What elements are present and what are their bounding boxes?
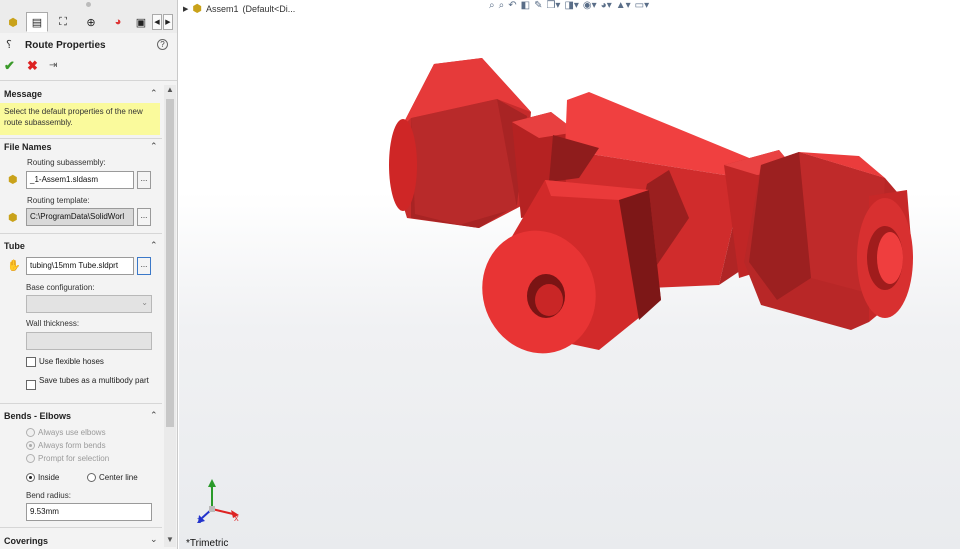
reference-triad: Y X Z — [197, 479, 239, 525]
pin-button[interactable]: ⇥ — [49, 60, 57, 71]
dimxpert-icon: ⊕ — [86, 16, 96, 29]
message-group-title[interactable]: Message — [4, 89, 42, 99]
divider — [0, 233, 162, 234]
scrollbar-thumb[interactable] — [166, 99, 174, 427]
tee-fitting-model[interactable] — [179, 0, 960, 549]
cancel-button[interactable]: ✖ — [27, 58, 38, 74]
configuration-icon: ⛶ — [59, 15, 67, 28]
right-nut — [744, 152, 913, 330]
assembly-icon: ⬢ — [8, 174, 18, 186]
always-form-bends-radio[interactable] — [26, 441, 35, 450]
scroll-down-icon[interactable]: ▼ — [164, 535, 176, 547]
page-title: Route Properties — [25, 40, 106, 51]
base-configuration-select[interactable]: ⌄ — [26, 295, 152, 313]
chevron-down-icon: ⌄ — [141, 298, 148, 307]
use-flexible-hoses-checkbox[interactable] — [26, 357, 36, 367]
featuremanager-tab[interactable]: ⬢ — [2, 12, 24, 32]
display-manager-tab[interactable]: ◕ — [107, 12, 129, 32]
divider — [0, 527, 162, 528]
inside-label: Inside — [38, 473, 60, 482]
routing-tab[interactable]: ▣ — [132, 12, 150, 32]
help-icon[interactable]: ? — [157, 39, 168, 50]
routing-subassembly-field[interactable]: _1-Assem1.sldasm — [26, 171, 134, 189]
divider — [0, 403, 162, 404]
center-line-radio[interactable] — [87, 473, 96, 482]
propertymanager-body: Message ⌃ Select the default properties … — [0, 80, 177, 549]
prompt-for-selection-radio[interactable] — [26, 454, 35, 463]
bend-radius-label: Bend radius: — [26, 491, 71, 500]
chevron-up-icon[interactable]: ⌃ — [150, 410, 158, 421]
routing-template-field[interactable]: C:\ProgramData\SolidWorl — [26, 208, 134, 226]
browse-subassembly-button[interactable]: ... — [137, 171, 151, 189]
coverings-group-title[interactable]: Coverings — [4, 536, 48, 546]
route-properties-icon: ⸮ — [6, 39, 12, 51]
view-orientation-label: *Trimetric — [186, 538, 229, 549]
tube-part-field[interactable]: tubing\15mm Tube.sldprt — [26, 257, 134, 275]
browse-tube-button[interactable]: ... — [137, 257, 151, 275]
always-use-elbows-label: Always use elbows — [38, 428, 106, 437]
ok-button[interactable]: ✔ — [4, 58, 15, 74]
divider — [0, 138, 162, 139]
bends-elbows-group-title[interactable]: Bends - Elbows — [4, 411, 71, 421]
routing-subassembly-label: Routing subassembly: — [27, 158, 106, 167]
use-flexible-hoses-label: Use flexible hoses — [39, 357, 104, 366]
left-nut — [389, 58, 531, 228]
save-tubes-multibody-label: Save tubes as a multibody part — [39, 376, 149, 385]
vertical-scrollbar[interactable]: ▲ ▼ — [164, 85, 176, 547]
tabs-scroll-right-button[interactable]: ▶ — [163, 14, 173, 30]
always-form-bends-label: Always form bends — [38, 441, 106, 450]
chevron-up-icon[interactable]: ⌃ — [150, 141, 158, 152]
wall-thickness-label: Wall thickness: — [26, 319, 80, 328]
triad-x-label: X — [234, 516, 239, 523]
browse-template-button[interactable]: ... — [137, 208, 151, 226]
assembly-template-icon: ⬢ — [8, 212, 18, 224]
panel-grip[interactable] — [86, 2, 91, 7]
file-names-group-title[interactable]: File Names — [4, 142, 52, 152]
triad-y-label: Y — [209, 485, 214, 492]
configurationmanager-tab[interactable]: ⛶ — [52, 12, 74, 32]
save-tubes-multibody-checkbox[interactable] — [26, 380, 36, 390]
tube-group-title[interactable]: Tube — [4, 241, 25, 251]
scroll-up-icon[interactable]: ▲ — [164, 85, 176, 97]
chevron-down-icon[interactable]: ⌄ — [150, 534, 158, 545]
wall-thickness-field[interactable] — [26, 332, 152, 350]
prompt-for-selection-label: Prompt for selection — [38, 454, 110, 463]
bend-radius-field[interactable]: 9.53mm — [26, 503, 152, 521]
message-box: Select the default properties of the new… — [0, 103, 160, 135]
routing-icon: ▣ — [135, 16, 147, 29]
inside-radio[interactable] — [26, 473, 35, 482]
propertymanager-header: ⸮ Route Properties ? — [0, 34, 177, 56]
propertymanager-icon: ▤ — [31, 16, 43, 29]
chevron-up-icon[interactable]: ⌃ — [150, 240, 158, 251]
tube-part-icon: ✋ — [7, 260, 21, 272]
base-configuration-label: Base configuration: — [26, 283, 95, 292]
manager-tabs: ⬢ ▤ ⛶ ⊕ ◕ ▣ ◀ ▶ — [0, 0, 177, 33]
chevron-left-icon: ◀ — [154, 19, 160, 26]
center-line-label: Center line — [99, 473, 138, 482]
dimxpert-tab[interactable]: ⊕ — [80, 12, 102, 32]
always-use-elbows-radio[interactable] — [26, 428, 35, 437]
property-manager-panel: ⬢ ▤ ⛶ ⊕ ◕ ▣ ◀ ▶ ⸮ Route Properties ? ✔ ✖… — [0, 0, 178, 549]
routing-template-label: Routing template: — [27, 196, 90, 205]
chevron-up-icon[interactable]: ⌃ — [150, 88, 158, 99]
propertymanager-tab[interactable]: ▤ — [26, 12, 48, 32]
triad-z-label: Z — [197, 518, 202, 525]
graphics-area[interactable]: ▶ ⬢ Assem1 (Default<Di... ⌕ ⌕ ↶ ◧ ✎ ❒▾ ◨… — [179, 0, 960, 549]
tabs-scroll-left-button[interactable]: ◀ — [152, 14, 162, 30]
assembly-icon: ⬢ — [8, 16, 18, 29]
chevron-right-icon: ▶ — [165, 19, 171, 26]
display-manager-icon: ◕ — [114, 16, 122, 28]
